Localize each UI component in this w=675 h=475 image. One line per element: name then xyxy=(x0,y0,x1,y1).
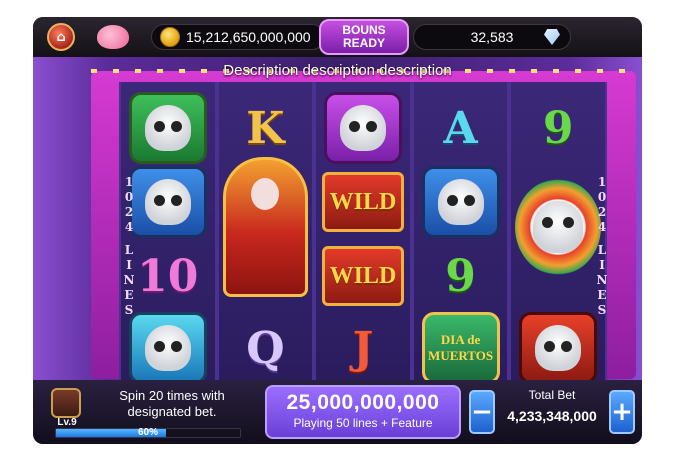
lines-indicator-right: 1024 LINES xyxy=(596,175,608,317)
total-bet-value: 4,233,348,000 xyxy=(507,408,597,424)
symbol-skull-trumpet xyxy=(125,304,211,392)
reel-2: K Q xyxy=(216,82,315,380)
lines-indicator-left: 1024 LINES xyxy=(123,175,135,317)
symbol-j: J xyxy=(352,322,374,374)
reel-5: 9 xyxy=(509,82,607,384)
symbol-skull-sombrero xyxy=(515,304,601,392)
home-button[interactable]: ⌂ xyxy=(47,23,75,51)
coin-balance: 15,212,650,000,000 xyxy=(151,24,325,50)
bonus-label-line2: READY xyxy=(342,36,385,50)
mission-text: Spin 20 times with designated bet. xyxy=(119,388,225,419)
bottom-bar: Lv.9 Spin 20 times with designated bet. … xyxy=(33,380,642,444)
symbol-catrina-woman xyxy=(222,152,309,302)
gem-balance-value: 32,583 xyxy=(470,29,514,45)
total-bet-display: Total Bet 4,233,348,000 xyxy=(497,388,607,436)
bonus-ready-button[interactable]: BOUNS READY xyxy=(319,19,409,55)
home-icon: ⌂ xyxy=(56,29,66,45)
minus-icon: − xyxy=(471,397,493,427)
reel-3: WILD WILD J xyxy=(314,82,412,380)
reels: 10 K Q WILD WILD J A 9 DIA de MUERTOS 9 xyxy=(119,82,607,384)
diamond-icon xyxy=(544,29,560,45)
slot-machine-icon xyxy=(51,388,81,418)
symbol-sugar-skull xyxy=(515,152,601,302)
mission-progress-bar: 60% xyxy=(55,427,241,438)
piggy-bank-icon[interactable] xyxy=(97,25,129,49)
reel-4: A 9 DIA de MUERTOS xyxy=(411,82,510,384)
slot-game-screen: ⌂ 15,212,650,000,000 BOUNS READY 32,583 xyxy=(33,17,642,444)
spin-subtitle: Playing 50 lines + Feature xyxy=(293,416,433,430)
plus-icon: + xyxy=(611,397,633,427)
gem-balance: 32,583 xyxy=(413,24,571,50)
total-bet-label: Total Bet xyxy=(528,388,576,402)
coin-icon xyxy=(160,27,180,47)
decrease-bet-button[interactable]: − xyxy=(469,390,495,434)
increase-bet-button[interactable]: + xyxy=(609,390,635,434)
top-bar: ⌂ 15,212,650,000,000 BOUNS READY 32,583 xyxy=(33,17,642,57)
symbol-q: Q xyxy=(246,322,285,374)
progress-label: 60% xyxy=(137,427,158,438)
spin-amount: 25,000,000,000 xyxy=(286,391,440,414)
symbol-dia-de-muertos: DIA de MUERTOS xyxy=(418,304,504,392)
coin-balance-value: 15,212,650,000,000 xyxy=(186,29,311,45)
spin-button[interactable]: 25,000,000,000 Playing 50 lines + Featur… xyxy=(265,385,461,439)
mission-panel[interactable]: Lv.9 Spin 20 times with designated bet. xyxy=(41,384,251,432)
description-banner: Description description description xyxy=(223,62,452,79)
play-area: 10 K Q WILD WILD J A 9 DIA de MUERTOS 9 … xyxy=(33,57,642,384)
